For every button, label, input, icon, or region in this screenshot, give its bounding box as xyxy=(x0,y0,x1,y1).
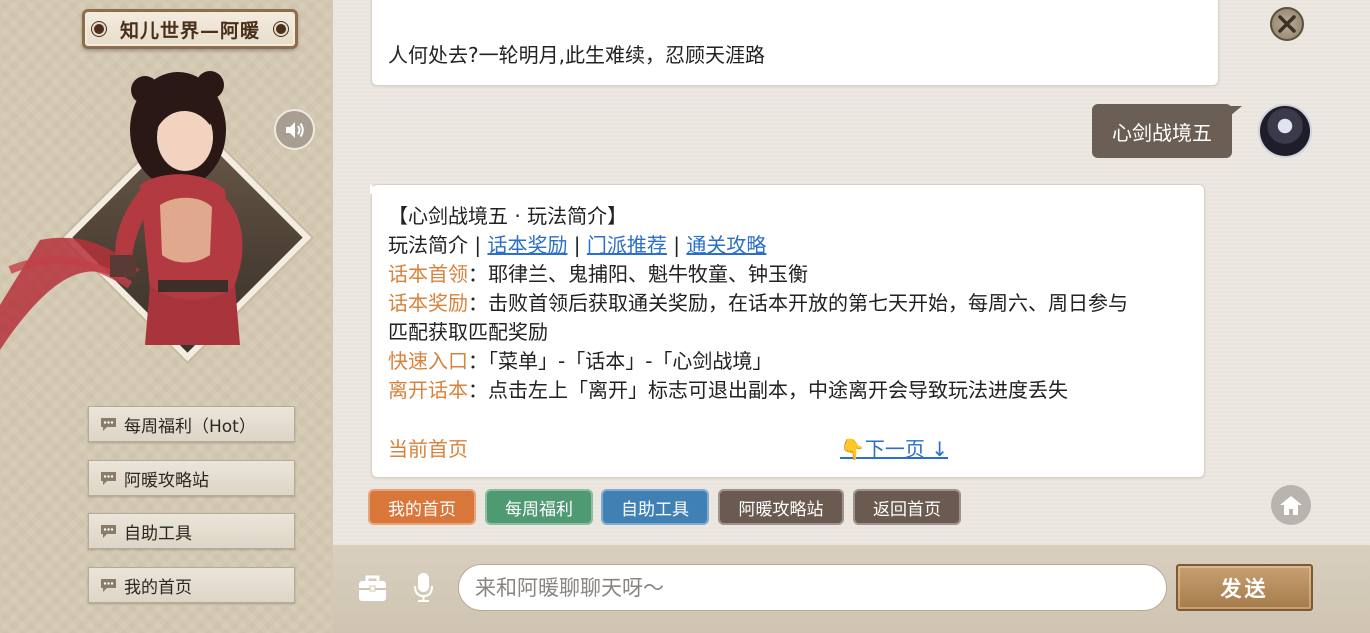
npc-message-intro: 【心剑战境五 · 玩法简介】 玩法简介 | 话本奖励 | 门派推荐 | 通关攻略… xyxy=(371,184,1205,478)
info-text: 耶律兰、鬼捕阳、魁牛牧童、钟玉衡 xyxy=(488,262,808,286)
speech-bubble-icon xyxy=(101,525,116,538)
user-message-text: 心剑战境五 xyxy=(1112,120,1212,145)
info-row: 话本首领：耶律兰、鬼捕阳、魁牛牧童、钟玉衡 xyxy=(388,260,1188,289)
info-text: 点击左上「离开」标志可退出副本，中途离开会导致玩法进度丢失 xyxy=(488,378,1068,402)
info-colon: ： xyxy=(468,349,488,373)
sidebar-item-my-home[interactable]: 我的首页 xyxy=(88,567,295,603)
sidebar-item-label: 我的首页 xyxy=(124,577,192,598)
chat-input[interactable] xyxy=(458,564,1167,611)
info-text: 「菜单」-「话本」-「心剑战境」 xyxy=(488,349,773,373)
intro-title: 【心剑战境五 · 玩法简介】 xyxy=(388,204,628,228)
user-message: 心剑战境五 xyxy=(1092,104,1242,158)
nav-separator: | xyxy=(666,233,687,257)
pagination-row: 当前首页 👇下一页 ↓ xyxy=(388,435,1188,465)
next-page-link[interactable]: 👇下一页 ↓ xyxy=(840,435,948,464)
nav-current: 玩法简介 xyxy=(388,233,468,257)
info-row: 离开话本：点击左上「离开」标志可退出副本，中途离开会导致玩法进度丢失 xyxy=(388,376,1188,405)
speech-bubble-icon xyxy=(101,579,116,592)
info-text: 匹配获取匹配奖励 xyxy=(388,320,548,344)
link-clear-guide[interactable]: 通关攻略 xyxy=(686,233,766,257)
info-label: 话本奖励 xyxy=(388,291,468,315)
user-avatar[interactable] xyxy=(1258,104,1312,158)
character-portrait xyxy=(0,55,333,365)
quick-button-label: 返回首页 xyxy=(873,499,941,520)
chat-area: 人何处去?一轮明月,此生难续，忍顾天涯路 心剑战境五 【心剑战境五 · 玩法简介… xyxy=(333,0,1370,545)
left-panel: 知儿世界—阿暖 每周福利（Hot） 阿暖攻略站 自助工具 我的首页 xyxy=(0,0,333,633)
plaque-ornament-right xyxy=(276,24,286,34)
sidebar-item-weekly-welfare[interactable]: 每周福利（Hot） xyxy=(88,406,295,442)
intro-nav: 玩法简介 | 话本奖励 | 门派推荐 | 通关攻略 xyxy=(388,231,1188,260)
info-colon: ： xyxy=(468,291,488,315)
info-row: 快速入口：「菜单」-「话本」-「心剑战境」 xyxy=(388,347,1188,376)
close-icon xyxy=(1278,15,1296,33)
info-colon: ： xyxy=(468,378,488,402)
quick-button-self-service-tools[interactable]: 自助工具 xyxy=(601,489,709,525)
speech-bubble-icon xyxy=(101,418,116,431)
nav-separator: | xyxy=(567,233,587,257)
sidebar-item-guide-station[interactable]: 阿暖攻略站 xyxy=(88,460,295,496)
speech-bubble-icon xyxy=(101,472,116,485)
microphone-icon[interactable] xyxy=(413,572,434,603)
sidebar-item-label: 自助工具 xyxy=(124,523,192,544)
message-text: 人何处去?一轮明月,此生难续，忍顾天涯路 xyxy=(388,43,765,67)
sidebar-item-label: 每周福利（Hot） xyxy=(124,416,256,437)
quick-button-weekly-welfare[interactable]: 每周福利 xyxy=(485,489,593,525)
briefcase-icon[interactable] xyxy=(357,573,388,603)
send-button[interactable]: 发送 xyxy=(1176,564,1313,611)
link-sect-recommendation[interactable]: 门派推荐 xyxy=(587,233,667,257)
title-plaque: 知儿世界—阿暖 xyxy=(82,9,298,49)
send-button-label: 发送 xyxy=(1220,575,1269,601)
npc-message-previous: 人何处去?一轮明月,此生难续，忍顾天涯路 xyxy=(371,0,1219,86)
quick-button-label: 每周福利 xyxy=(505,499,573,520)
quick-button-label: 阿暖攻略站 xyxy=(738,499,824,520)
quick-button-label: 自助工具 xyxy=(621,499,689,520)
info-label: 话本首领 xyxy=(388,262,468,286)
link-story-rewards[interactable]: 话本奖励 xyxy=(487,233,567,257)
info-text: 击败首领后获取通关奖励，在话本开放的第七天开始，每周六、周日参与 xyxy=(488,291,1128,315)
character-illustration xyxy=(0,71,243,350)
plaque-ornament-left xyxy=(94,24,104,34)
quick-button-guide-station[interactable]: 阿暖攻略站 xyxy=(718,489,844,525)
current-page-label: 当前首页 xyxy=(388,437,468,461)
input-bar: 发送 xyxy=(333,545,1370,633)
page-title: 知儿世界—阿暖 xyxy=(119,19,260,42)
quick-button-back-home[interactable]: 返回首页 xyxy=(853,489,961,525)
speaker-button[interactable] xyxy=(274,109,315,150)
quick-button-my-home[interactable]: 我的首页 xyxy=(368,489,476,525)
sidebar-item-label: 阿暖攻略站 xyxy=(124,470,209,491)
quick-button-label: 我的首页 xyxy=(388,499,456,520)
close-button[interactable] xyxy=(1270,7,1304,41)
info-colon: ： xyxy=(468,262,488,286)
sidebar-item-self-service-tools[interactable]: 自助工具 xyxy=(88,513,295,549)
speaker-icon xyxy=(285,121,304,138)
info-label: 快速入口 xyxy=(388,349,468,373)
home-icon xyxy=(1280,496,1302,515)
info-row: 话本奖励：击败首领后获取通关奖励，在话本开放的第七天开始，每周六、周日参与 xyxy=(388,289,1188,318)
info-label: 离开话本 xyxy=(388,378,468,402)
nav-separator: | xyxy=(468,233,488,257)
home-button[interactable] xyxy=(1271,485,1311,525)
info-row: 匹配获取匹配奖励 xyxy=(388,318,1188,347)
